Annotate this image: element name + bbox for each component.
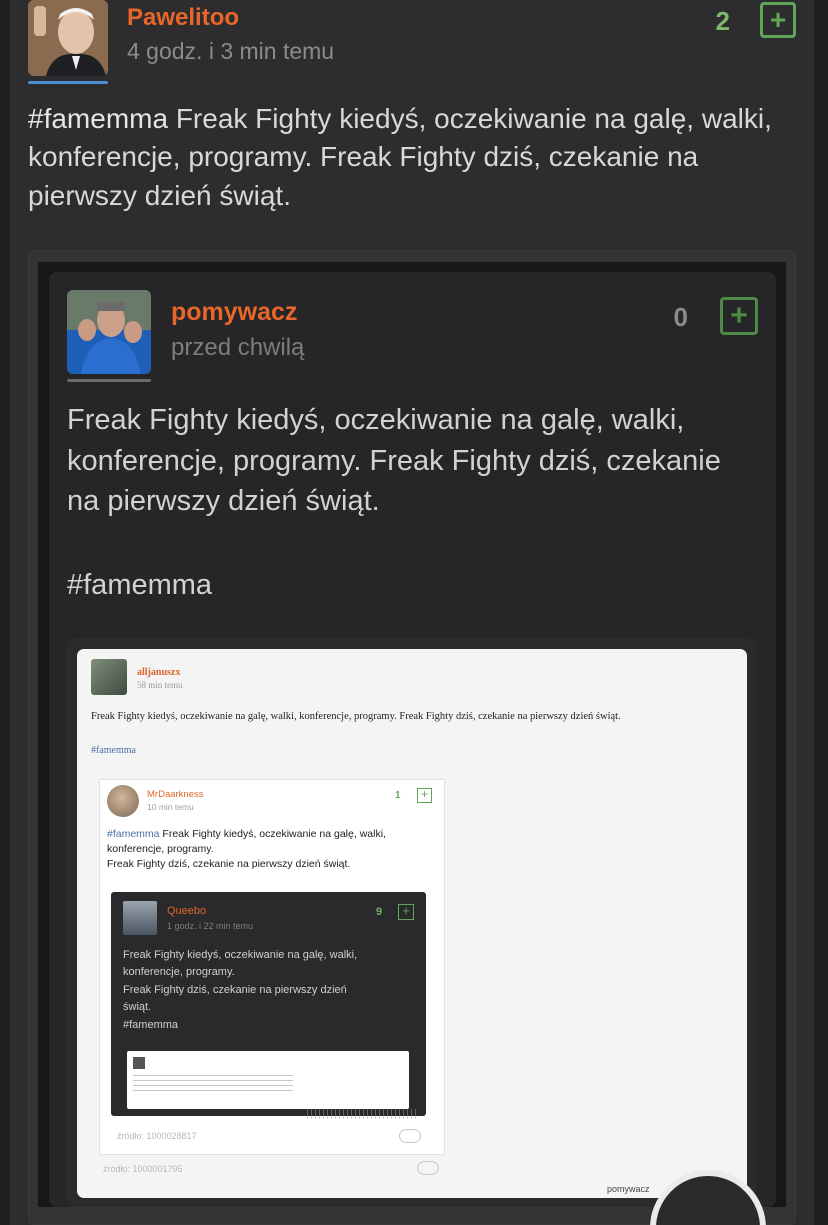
nested-plus-icon: + — [398, 904, 414, 920]
embed-vote-count: 0 — [673, 302, 688, 332]
nested-line: konferencje, programy. — [107, 843, 214, 856]
upvote-button[interactable]: + — [760, 2, 796, 38]
embed-timestamp[interactable]: przed chwilą — [171, 334, 304, 362]
nested-line: świąt. — [123, 1001, 152, 1014]
nested-hashtag: #famemma — [107, 828, 160, 840]
nested-line: Freak Fighty kiedyś, oczekiwanie na galę… — [159, 828, 386, 840]
embed-author-username[interactable]: pomywacz — [171, 298, 297, 327]
nested-username: Queebo — [167, 905, 207, 917]
nested-vote-count: 9 — [376, 906, 383, 918]
nested-avatar — [123, 901, 157, 935]
nested-body: Freak Fighty kiedyś, oczekiwanie na galę… — [123, 947, 418, 1034]
nested-username: MrDaarkness — [147, 789, 204, 800]
cloud-download-icon — [399, 1129, 421, 1143]
nested-avatar — [133, 1057, 145, 1069]
watermark: pomywacz — [607, 1184, 650, 1194]
nested-avatar — [91, 659, 127, 695]
nested-line: Freak Fighty dziś, czekanie na pierwszy … — [123, 983, 347, 996]
cloud-download-icon — [417, 1161, 439, 1175]
nested-timestamp: 1 godz. i 22 min temu — [167, 921, 254, 931]
avatar-photo-icon — [67, 290, 151, 374]
nested-source-label: źródło: 1000001795 — [103, 1164, 183, 1174]
nested-timestamp: 58 min temu — [137, 680, 183, 690]
nested-plus-icon: + — [417, 788, 432, 803]
plus-icon: + — [769, 4, 787, 35]
nested-username: alljanuszx — [137, 667, 181, 678]
nested-line: konferencje, programy. — [123, 966, 235, 979]
author-avatar[interactable] — [28, 0, 108, 84]
nested-vote-count: 1 — [395, 790, 401, 801]
nested-line: Freak Fighty dziś, czekanie na pierwszy … — [107, 858, 351, 871]
embed-hashtag[interactable]: #famemma — [67, 566, 212, 606]
post-body: #famemma Freak Fighty kiedyś, oczekiwani… — [28, 100, 798, 215]
author-username[interactable]: Pawelitoo — [127, 4, 239, 32]
nested-line: Freak Fighty kiedyś, oczekiwanie na galę… — [123, 949, 358, 961]
attached-screenshot[interactable]: alljanuszx 58 min temu Freak Fighty kied… — [77, 649, 747, 1198]
nested-avatar — [107, 785, 139, 817]
nested-lines — [133, 1075, 293, 1091]
nested-entry-3-footer — [307, 1109, 417, 1119]
nested-body: #famemma Freak Fighty kiedyś, oczekiwani… — [107, 827, 437, 873]
nested-hashtag: #famemma — [123, 1018, 179, 1031]
hashtag-link[interactable]: #famemma — [28, 103, 168, 134]
avatar-photo-icon — [28, 0, 108, 76]
embed-body: Freak Fighty kiedyś, oczekiwanie na galę… — [67, 404, 721, 518]
vote-count: 2 — [715, 6, 730, 36]
post-timestamp[interactable]: 4 godz. i 3 min temu — [127, 38, 334, 65]
nested-hashtag: #famemma — [91, 745, 136, 756]
nested-source-label: źródło: 1000028817 — [117, 1131, 197, 1141]
nested-timestamp: 10 min temu — [147, 802, 194, 812]
nested-body: Freak Fighty kiedyś, oczekiwanie na galę… — [91, 711, 621, 722]
embed-author-avatar[interactable] — [67, 290, 151, 382]
embed-upvote-button[interactable]: + — [720, 297, 758, 335]
plus-icon: + — [730, 299, 748, 332]
